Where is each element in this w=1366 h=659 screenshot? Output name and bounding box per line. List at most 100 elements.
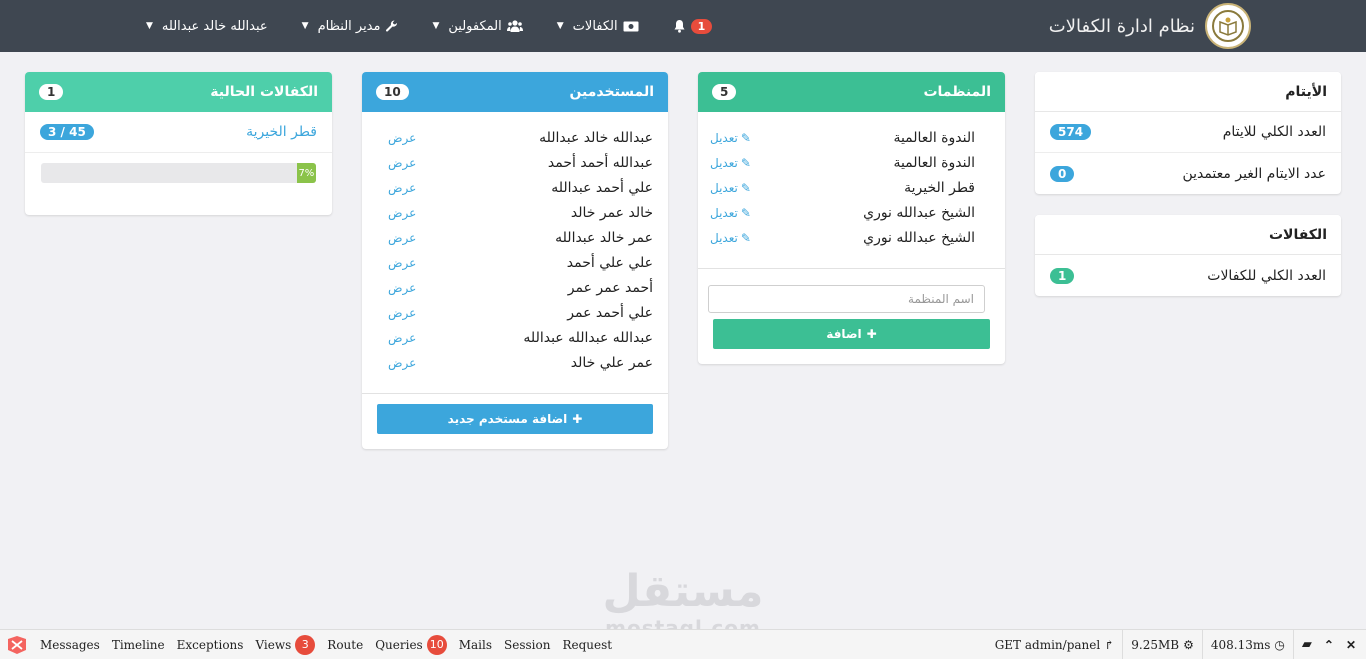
progress-wrap: 7%	[25, 153, 332, 193]
view-link[interactable]: عرض	[388, 331, 416, 345]
list-item: الندوة العالمية ✎ تعديل	[710, 150, 975, 175]
list-item: الشيخ عبدالله نوري ✎ تعديل	[710, 200, 975, 225]
edit-link[interactable]: ✎ تعديل	[710, 181, 751, 195]
users-list	[362, 112, 668, 125]
organizations-panel-header: المنظمات 5	[698, 72, 1005, 112]
current-sponsorships-title: الكفالات الحالية	[210, 84, 318, 100]
debug-tab-mails[interactable]: Mails	[453, 638, 498, 652]
list-item: الندوة العالمية ✎ تعديل	[710, 125, 975, 150]
edit-link[interactable]: ✎ تعديل	[710, 231, 751, 245]
stat-badge: 1	[1050, 267, 1075, 284]
queries-count-badge: 10	[426, 634, 447, 655]
clock-icon: ◷	[1274, 637, 1285, 652]
list-item: عمر خالد عبدالله عرض	[388, 225, 653, 250]
plus-icon: ✚	[866, 327, 877, 341]
menu-sponsorships[interactable]: الكفالات ▼	[557, 19, 639, 34]
view-link[interactable]: عرض	[388, 206, 416, 220]
list-item: علي أحمد عبدالله عرض	[388, 175, 653, 200]
chevron-up-icon[interactable]: ⌃	[1324, 638, 1334, 652]
stat-label: العدد الكلي للايتام	[1222, 124, 1326, 140]
view-link[interactable]: عرض	[388, 281, 416, 295]
chevron-down-icon: ▼	[556, 21, 564, 31]
notifications-badge: 1	[690, 18, 713, 34]
view-link[interactable]: عرض	[388, 356, 416, 370]
users-list-rows: عبدالله خالد عبدالله عرض عبدالله أحمد أحم…	[388, 125, 653, 375]
users-panel: المستخدمين 10 عبدالله خالد عبدالله عرض عب…	[362, 72, 668, 449]
debug-tab-session[interactable]: Session	[498, 638, 556, 652]
debug-bar: Messages Timeline Exceptions Views 3 Rout…	[0, 629, 1366, 659]
menu-admin[interactable]: مدير النظام ▼	[302, 19, 399, 34]
folder-open-icon[interactable]: ▰	[1302, 637, 1312, 652]
menu-sponsorships-label: الكفالات	[572, 18, 618, 34]
organizations-count-badge: 5	[712, 84, 737, 100]
debug-tab-exceptions[interactable]: Exceptions	[171, 638, 250, 652]
pencil-icon: ✎	[740, 205, 751, 220]
add-organization-button[interactable]: ✚ اضافة	[713, 319, 990, 349]
chevron-down-icon: ▼	[146, 21, 153, 31]
sponsorships-panel-title: الكفالات	[1268, 226, 1327, 243]
user-name: علي أحمد عمر	[567, 304, 653, 321]
view-link[interactable]: عرض	[388, 306, 416, 320]
wrench-icon	[386, 19, 398, 32]
debug-tab-messages[interactable]: Messages	[34, 638, 106, 652]
stat-label: العدد الكلي للكفالات	[1207, 267, 1326, 284]
view-link[interactable]: عرض	[388, 156, 416, 170]
user-name: عمر علي خالد	[570, 354, 653, 371]
debug-tab-route[interactable]: Route	[321, 638, 369, 652]
user-name: عبدالله خالد عبدالله	[539, 129, 653, 146]
menu-user-label: عبدالله خالد عبدالله	[161, 18, 268, 34]
current-sponsorships-header: الكفالات الحالية 1	[25, 72, 332, 112]
views-count-badge: 3	[295, 634, 316, 655]
view-link[interactable]: عرض	[388, 231, 416, 245]
stat-row-unapproved-orphans: عدد الايتام الغير معتمدين 0	[1035, 153, 1341, 194]
edit-link[interactable]: ✎ تعديل	[710, 206, 751, 220]
sponsorship-org-link[interactable]: قطر الخيرية	[246, 124, 317, 140]
view-link[interactable]: عرض	[388, 256, 416, 270]
org-name-input[interactable]: اسم المنظمة	[708, 285, 985, 313]
share-icon: ↱	[1104, 637, 1115, 652]
stat-badge: 574	[1050, 124, 1092, 140]
users-panel-title: المستخدمين	[569, 84, 654, 100]
close-icon[interactable]: ✕	[1346, 638, 1356, 652]
debug-controls: ▰ ⌃ ✕	[1292, 630, 1366, 659]
brand[interactable]: نظام ادارة الكفالات	[1049, 2, 1251, 50]
plus-icon: ✚	[572, 412, 583, 426]
divider	[362, 393, 668, 394]
list-item: الشيخ عبدالله نوري ✎ تعديل	[710, 225, 975, 250]
edit-link[interactable]: ✎ تعديل	[710, 156, 751, 170]
logo-icon	[1205, 3, 1251, 49]
progress-fill: 7%	[296, 163, 316, 183]
user-name: عبدالله عبدالله عبدالله	[523, 329, 653, 346]
org-name: الندوة العالمية	[893, 129, 975, 146]
user-name: عمر خالد عبدالله	[555, 229, 653, 246]
menu-user[interactable]: عبدالله خالد عبدالله ▼	[146, 19, 268, 34]
list-item: علي أحمد عمر عرض	[388, 300, 653, 325]
debug-tab-request[interactable]: Request	[556, 638, 618, 652]
organizations-panel-title: المنظمات	[923, 84, 991, 100]
view-link[interactable]: عرض	[388, 181, 416, 195]
list-item: عبدالله أحمد أحمد عرض	[388, 150, 653, 175]
org-name: الشيخ عبدالله نوري	[863, 204, 975, 221]
debugbar-logo-icon[interactable]	[0, 630, 34, 659]
user-name: أحمد عمر عمر	[567, 279, 653, 296]
divider	[698, 268, 1005, 269]
edit-link[interactable]: ✎ تعديل	[710, 131, 751, 145]
list-item: علي علي أحمد عرض	[388, 250, 653, 275]
org-name: الندوة العالمية	[893, 154, 975, 171]
view-link[interactable]: عرض	[388, 131, 416, 145]
sponsorship-ratio-badge: 3 / 45	[40, 124, 94, 140]
debug-tab-timeline[interactable]: Timeline	[106, 638, 171, 652]
user-name: علي أحمد عبدالله	[551, 179, 653, 196]
notifications-button[interactable]: 1	[673, 18, 713, 34]
debug-tab-queries[interactable]: Queries 10	[369, 634, 453, 655]
pencil-icon: ✎	[740, 230, 751, 245]
org-name: الشيخ عبدالله نوري	[863, 229, 975, 246]
list-item: خالد عمر خالد عرض	[388, 200, 653, 225]
money-icon	[623, 21, 639, 31]
debug-tab-views[interactable]: Views 3	[249, 634, 321, 655]
add-user-button[interactable]: ✚ اضافة مستخدم جديد	[377, 404, 653, 434]
users-panel-header: المستخدمين 10	[362, 72, 668, 112]
menu-admin-label: مدير النظام	[317, 18, 381, 34]
menu-sponsored[interactable]: المكفولين ▼	[432, 19, 523, 34]
organizations-list: الندوة العالمية ✎ تعديل الندوة العالمية ✎…	[698, 112, 1005, 250]
